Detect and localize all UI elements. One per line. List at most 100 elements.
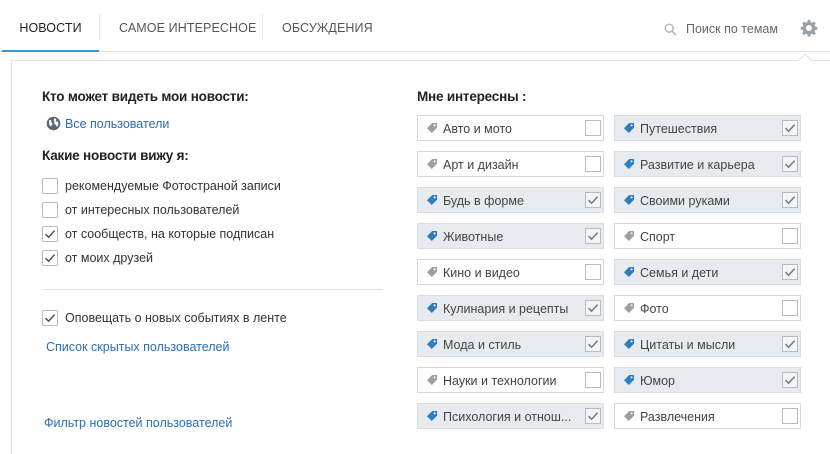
interest-label: Развлечения bbox=[640, 410, 715, 424]
checkbox[interactable] bbox=[782, 228, 798, 244]
globe-icon bbox=[46, 116, 61, 131]
tag-icon bbox=[427, 411, 437, 421]
checkmark-icon bbox=[44, 254, 56, 263]
interest-item[interactable]: Цитаты и мысли bbox=[614, 331, 801, 357]
interest-item[interactable]: Кино и видео bbox=[417, 259, 604, 285]
interest-label: Арт и дизайн bbox=[443, 158, 519, 172]
checkbox-checked[interactable] bbox=[585, 300, 601, 316]
interest-item[interactable]: Психология и отнош... bbox=[417, 403, 604, 429]
tag-icon bbox=[624, 375, 634, 385]
interest-item[interactable]: Развлечения bbox=[614, 403, 801, 429]
interest-label: Юмор bbox=[640, 374, 675, 388]
interest-item[interactable]: Своими руками bbox=[614, 187, 801, 213]
checkbox-checked[interactable] bbox=[782, 336, 798, 352]
interest-item[interactable]: Кулинария и рецепты bbox=[417, 295, 604, 321]
interest-item[interactable]: Науки и технологии bbox=[417, 367, 604, 393]
tag-icon bbox=[624, 231, 634, 241]
tab-divider bbox=[99, 14, 100, 40]
option-label: от моих друзей bbox=[65, 251, 154, 265]
interests-title: Мне интересны : bbox=[417, 89, 527, 104]
interest-label: Авто и мото bbox=[443, 122, 512, 136]
tag-icon bbox=[427, 195, 437, 205]
tag-icon bbox=[624, 123, 634, 133]
interest-label: Цитаты и мысли bbox=[640, 338, 736, 352]
checkbox[interactable] bbox=[42, 202, 58, 218]
checkmark-icon bbox=[587, 196, 599, 205]
hidden-users-link[interactable]: Список скрытых пользователей bbox=[46, 340, 229, 354]
tab-most-interesting[interactable]: САМОЕ ИНТЕРЕСНОЕ bbox=[119, 0, 256, 52]
checkbox-checked[interactable] bbox=[782, 372, 798, 388]
interest-label: Психология и отнош... bbox=[443, 410, 572, 424]
tab-discussions[interactable]: ОБСУЖДЕНИЯ bbox=[282, 0, 373, 52]
who-sees-title: Кто может видеть мои новости: bbox=[42, 89, 249, 104]
tag-icon bbox=[624, 195, 634, 205]
checkbox-checked[interactable] bbox=[585, 408, 601, 424]
checkmark-icon bbox=[44, 314, 56, 323]
checkbox-checked[interactable] bbox=[585, 228, 601, 244]
checkbox-checked[interactable] bbox=[585, 192, 601, 208]
interest-label: Развитие и карьера bbox=[640, 158, 755, 172]
tab-divider bbox=[262, 14, 263, 40]
checkbox-checked[interactable] bbox=[782, 120, 798, 136]
interest-label: Мода и стиль bbox=[443, 338, 522, 352]
checkbox[interactable] bbox=[782, 300, 798, 316]
interest-item[interactable]: Фото bbox=[614, 295, 801, 321]
gear-icon[interactable] bbox=[799, 18, 819, 38]
interest-item[interactable]: Авто и мото bbox=[417, 115, 604, 141]
checkbox-checked[interactable] bbox=[782, 156, 798, 172]
tag-icon bbox=[624, 159, 634, 169]
interest-item[interactable]: Юмор bbox=[614, 367, 801, 393]
section-divider bbox=[42, 289, 383, 290]
tag-icon bbox=[624, 267, 634, 277]
tag-icon bbox=[624, 411, 634, 421]
checkbox[interactable] bbox=[585, 120, 601, 136]
interest-item[interactable]: Мода и стиль bbox=[417, 331, 604, 357]
checkmark-icon bbox=[784, 268, 796, 277]
tag-icon bbox=[427, 123, 437, 133]
interest-item[interactable]: Животные bbox=[417, 223, 604, 249]
checkbox[interactable] bbox=[782, 408, 798, 424]
tag-icon bbox=[427, 267, 437, 277]
checkmark-icon bbox=[44, 230, 56, 239]
checkbox-checked[interactable] bbox=[585, 336, 601, 352]
checkbox[interactable] bbox=[585, 264, 601, 280]
checkmark-icon bbox=[587, 304, 599, 313]
tab-news[interactable]: НОВОСТИ bbox=[2, 0, 99, 52]
checkmark-icon bbox=[587, 232, 599, 241]
interest-item[interactable]: Спорт bbox=[614, 223, 801, 249]
checkbox[interactable] bbox=[585, 156, 601, 172]
interest-item[interactable]: Путешествия bbox=[614, 115, 801, 141]
interest-label: Науки и технологии bbox=[443, 374, 557, 388]
search-placeholder[interactable]: Поиск по темам bbox=[686, 20, 778, 38]
checkbox-checked[interactable] bbox=[42, 226, 58, 242]
checkbox-checked[interactable] bbox=[42, 250, 58, 266]
option-label: Оповещать о новых событиях в ленте bbox=[65, 311, 287, 325]
tag-icon bbox=[624, 339, 634, 349]
which-news-title: Какие новости вижу я: bbox=[42, 148, 189, 163]
checkbox[interactable] bbox=[585, 372, 601, 388]
interest-item[interactable]: Арт и дизайн bbox=[417, 151, 604, 177]
interest-item[interactable]: Развитие и карьера bbox=[614, 151, 801, 177]
interest-item[interactable]: Будь в форме bbox=[417, 187, 604, 213]
tag-icon bbox=[427, 375, 437, 385]
tag-icon bbox=[427, 159, 437, 169]
interest-label: Семья и дети bbox=[640, 266, 719, 280]
checkmark-icon bbox=[587, 340, 599, 349]
checkbox-checked[interactable] bbox=[42, 310, 58, 326]
interest-item[interactable]: Семья и дети bbox=[614, 259, 801, 285]
interest-label: Будь в форме bbox=[443, 194, 524, 208]
interest-label: Кино и видео bbox=[443, 266, 520, 280]
tag-icon bbox=[624, 303, 634, 313]
checkmark-icon bbox=[784, 160, 796, 169]
option-label: рекомендуемые Фотостраной записи bbox=[65, 179, 281, 193]
tag-icon bbox=[427, 303, 437, 313]
user-news-filter-link[interactable]: Фильтр новостей пользователей bbox=[44, 416, 232, 430]
option-label: от сообществ, на которые подписан bbox=[65, 227, 275, 241]
checkbox-checked[interactable] bbox=[782, 192, 798, 208]
checkbox[interactable] bbox=[42, 178, 58, 194]
checkmark-icon bbox=[587, 412, 599, 421]
checkmark-icon bbox=[784, 124, 796, 133]
checkbox-checked[interactable] bbox=[782, 264, 798, 280]
visibility-all-users-link[interactable]: Все пользователи bbox=[65, 117, 169, 131]
interest-label: Фото bbox=[640, 302, 669, 316]
